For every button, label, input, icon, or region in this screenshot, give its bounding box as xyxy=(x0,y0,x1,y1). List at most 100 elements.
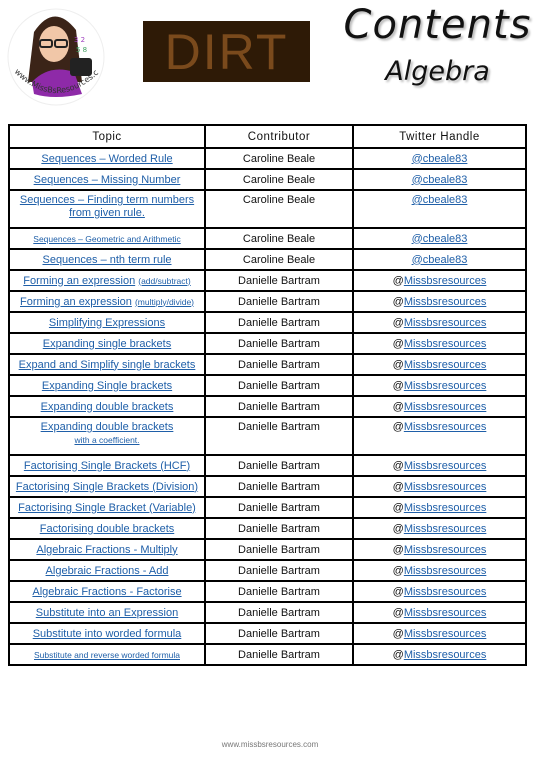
twitter-cell: @Missbsresources xyxy=(352,580,527,603)
topic-link[interactable]: Simplifying Expressions xyxy=(49,317,165,329)
topic-cell: Forming an expression (multiply/divide) xyxy=(8,290,206,313)
table-row: Substitute into an Expression Danielle Ba… xyxy=(8,601,527,624)
twitter-handle-link[interactable]: Missbsresources xyxy=(404,338,487,350)
twitter-handle-link[interactable]: @cbeale83 xyxy=(412,174,468,186)
handle-prefix: @ xyxy=(392,400,404,413)
topic-cell: Algebraic Fractions - Add xyxy=(8,559,206,582)
handle-prefix: @ xyxy=(392,421,404,433)
twitter-handle-link[interactable]: @cbeale83 xyxy=(412,194,468,206)
table-row: Expanding double brackets with a coeffici… xyxy=(8,416,527,456)
twitter-handle-link[interactable]: Missbsresources xyxy=(404,586,487,598)
topic-link[interactable]: Factorising Single Brackets (Division) xyxy=(16,481,198,493)
twitter-handle-link[interactable]: Missbsresources xyxy=(404,380,487,392)
contributor-cell: Caroline Beale xyxy=(204,248,354,271)
handle-prefix: @ xyxy=(392,295,404,308)
twitter-cell: @cbeale83 xyxy=(352,248,527,271)
topic-link[interactable]: Factorising double brackets xyxy=(40,523,175,535)
table-row: Forming an expression (multiply/divide) D… xyxy=(8,290,527,313)
topic-cell: Substitute and reverse worded formula xyxy=(8,643,206,666)
topic-cell: Expanding Single brackets xyxy=(8,374,206,397)
topic-cell: Algebraic Fractions - Factorise xyxy=(8,580,206,603)
topic-link[interactable]: Sequences – Worded Rule xyxy=(41,153,172,165)
contributor-cell: Danielle Bartram xyxy=(204,622,354,645)
twitter-handle-link[interactable]: @cbeale83 xyxy=(412,153,468,165)
twitter-handle-link[interactable]: Missbsresources xyxy=(404,607,487,619)
twitter-cell: @Missbsresources xyxy=(352,643,527,666)
topic-link[interactable]: Substitute and reverse worded formula xyxy=(34,650,180,660)
topic-link[interactable]: Sequences – nth term rule xyxy=(42,254,171,266)
svg-text:5 8: 5 8 xyxy=(76,46,87,54)
twitter-handle-link[interactable]: Missbsresources xyxy=(404,523,487,535)
column-header-topic: Topic xyxy=(8,124,206,149)
topic-link[interactable]: Algebraic Fractions - Add xyxy=(46,565,169,577)
twitter-handle-link[interactable]: @cbeale83 xyxy=(412,254,468,266)
twitter-handle-link[interactable]: Missbsresources xyxy=(404,460,487,472)
svg-text:3 2: 3 2 xyxy=(74,36,85,44)
topic-cell: Sequences – Finding term numbers from gi… xyxy=(8,189,206,229)
table-row: Substitute into worded formula Danielle B… xyxy=(8,622,527,645)
topic-link[interactable]: Factorising Single Bracket (Variable) xyxy=(18,502,196,514)
twitter-handle-link[interactable]: Missbsresources xyxy=(404,502,487,514)
contributor-cell: Danielle Bartram xyxy=(204,290,354,313)
handle-prefix: @ xyxy=(392,316,404,329)
twitter-handle-link[interactable]: @cbeale83 xyxy=(412,233,468,245)
topic-cell: Expanding single brackets xyxy=(8,332,206,355)
topic-link[interactable]: Substitute into an Expression xyxy=(36,607,178,619)
twitter-cell: @Missbsresources xyxy=(352,475,527,498)
twitter-handle-link[interactable]: Missbsresources xyxy=(404,317,487,329)
topic-link[interactable]: Expanding double brackets xyxy=(41,421,174,433)
column-header-contributor: Contributor xyxy=(204,124,354,149)
topic-link[interactable]: Algebraic Fractions - Multiply xyxy=(36,544,177,556)
twitter-handle-link[interactable]: Missbsresources xyxy=(404,401,487,413)
twitter-handle-link[interactable]: Missbsresources xyxy=(404,628,487,640)
missbs-logo: 3 2 5 8 www.MissBsResources.com xyxy=(0,0,108,112)
topic-link[interactable]: Expanding double brackets xyxy=(41,401,174,413)
topic-cell: Forming an expression (add/subtract) xyxy=(8,269,206,292)
contributor-cell: Danielle Bartram xyxy=(204,374,354,397)
topic-link[interactable]: Sequences – Geometric and Arithmetic xyxy=(33,234,180,244)
topic-link[interactable]: Forming an expression xyxy=(20,296,132,308)
twitter-cell: @cbeale83 xyxy=(352,168,527,191)
twitter-handle-link[interactable]: Missbsresources xyxy=(404,359,487,371)
topic-cell: Sequences – nth term rule xyxy=(8,248,206,271)
twitter-handle-link[interactable]: Missbsresources xyxy=(404,544,487,556)
topic-link[interactable]: Sequences – Finding term numbers from gi… xyxy=(20,194,194,219)
topic-note-link[interactable]: with a coefficient. xyxy=(74,435,139,445)
twitter-cell: @Missbsresources xyxy=(352,395,527,418)
topic-link[interactable]: Factorising Single Brackets (HCF) xyxy=(24,460,190,472)
topic-link[interactable]: Forming an expression xyxy=(23,275,135,287)
handle-prefix: @ xyxy=(392,480,404,493)
topic-cell: Expanding double brackets with a coeffici… xyxy=(8,416,206,456)
twitter-cell: @Missbsresources xyxy=(352,416,527,456)
handle-prefix: @ xyxy=(392,606,404,619)
handle-prefix: @ xyxy=(392,459,404,472)
twitter-handle-link[interactable]: Missbsresources xyxy=(404,421,487,433)
topic-note-link[interactable]: (multiply/divide) xyxy=(135,297,194,307)
contributor-cell: Danielle Bartram xyxy=(204,332,354,355)
twitter-cell: @Missbsresources xyxy=(352,559,527,582)
topic-cell: Sequences – Geometric and Arithmetic xyxy=(8,227,206,250)
contributor-cell: Caroline Beale xyxy=(204,168,354,191)
topic-cell: Substitute into worded formula xyxy=(8,622,206,645)
table-row: Factorising Single Brackets (Division) Da… xyxy=(8,475,527,498)
topic-cell: Substitute into an Expression xyxy=(8,601,206,624)
twitter-handle-link[interactable]: Missbsresources xyxy=(404,296,487,308)
twitter-handle-link[interactable]: Missbsresources xyxy=(404,481,487,493)
topic-note-link[interactable]: (add/subtract) xyxy=(138,276,190,286)
twitter-cell: @Missbsresources xyxy=(352,290,527,313)
twitter-handle-link[interactable]: Missbsresources xyxy=(404,275,487,287)
topic-cell: Factorising Single Brackets (HCF) xyxy=(8,454,206,477)
topic-link[interactable]: Algebraic Fractions - Factorise xyxy=(32,586,181,598)
topic-link[interactable]: Sequences – Missing Number xyxy=(34,174,181,186)
topic-link[interactable]: Expanding single brackets xyxy=(43,338,171,350)
topic-link[interactable]: Expand and Simplify single brackets xyxy=(19,359,196,371)
contributor-cell: Caroline Beale xyxy=(204,227,354,250)
topic-link[interactable]: Expanding Single brackets xyxy=(42,380,172,392)
twitter-handle-link[interactable]: Missbsresources xyxy=(404,649,487,661)
twitter-cell: @Missbsresources xyxy=(352,374,527,397)
twitter-handle-link[interactable]: Missbsresources xyxy=(404,565,487,577)
topic-link[interactable]: Substitute into worded formula xyxy=(33,628,182,640)
twitter-cell: @Missbsresources xyxy=(352,622,527,645)
contributor-cell: Danielle Bartram xyxy=(204,517,354,540)
topic-cell: Factorising Single Bracket (Variable) xyxy=(8,496,206,519)
